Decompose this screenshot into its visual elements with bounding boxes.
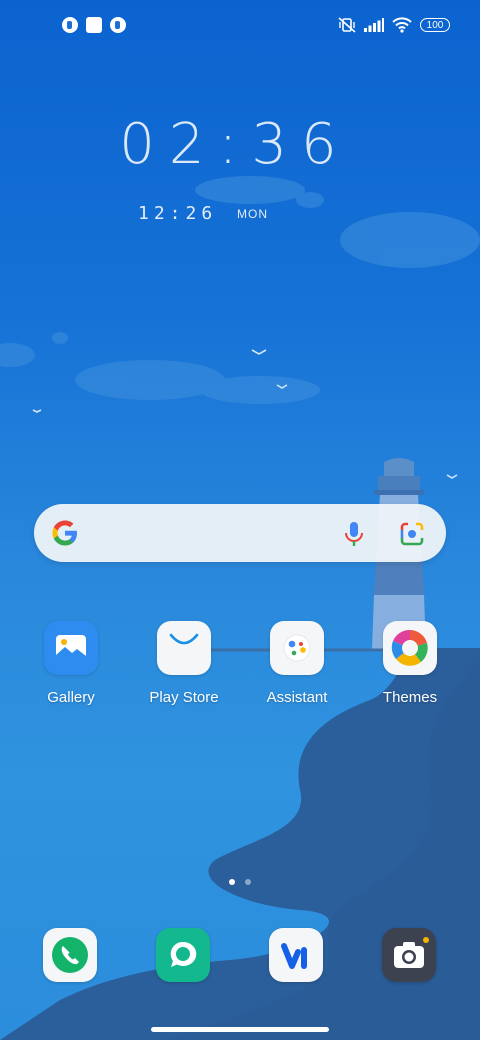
app-label: Play Store: [149, 689, 219, 706]
notification-icons: [62, 17, 126, 33]
app-play-store[interactable]: Play Store: [129, 621, 239, 706]
signal-icon: [364, 18, 384, 32]
app-label: Assistant: [266, 689, 328, 706]
app-notification-icon: [110, 17, 126, 33]
page-dot[interactable]: [245, 879, 251, 885]
google-search-bar[interactable]: [34, 504, 446, 562]
app-assistant[interactable]: Assistant: [242, 621, 352, 706]
themes-icon[interactable]: [383, 621, 437, 675]
phone-icon[interactable]: [43, 928, 97, 982]
gallery-icon[interactable]: [44, 621, 98, 675]
clock-secondary-time: 12:26: [138, 203, 218, 224]
microphone-icon[interactable]: [342, 520, 366, 548]
google-lens-icon[interactable]: [398, 520, 426, 548]
app-gallery[interactable]: Gallery: [16, 621, 126, 706]
google-g-icon[interactable]: [50, 518, 80, 548]
clock-day-label: MON: [237, 207, 268, 221]
system-status-icons: 100: [338, 17, 450, 33]
home-gesture-bar[interactable]: [151, 1027, 329, 1032]
vibrate-off-icon: [338, 17, 356, 33]
clock-main-time[interactable]: 02:36: [0, 112, 470, 177]
assistant-icon[interactable]: [270, 621, 324, 675]
stop-square-icon: [86, 17, 102, 33]
app-label: Gallery: [47, 689, 95, 706]
status-bar: 100: [0, 0, 480, 56]
messages-icon[interactable]: [156, 928, 210, 982]
camera-icon[interactable]: [382, 928, 436, 982]
app-label: Themes: [382, 689, 438, 706]
vi-app-icon[interactable]: [269, 928, 323, 982]
home-screen: 100 02:36 12:26 MON Gallery Play Store A…: [0, 0, 480, 1040]
battery-icon: 100: [420, 18, 450, 32]
page-indicator[interactable]: [229, 879, 251, 885]
page-dot-active[interactable]: [229, 879, 235, 885]
wifi-icon: [392, 17, 412, 33]
app-themes[interactable]: Themes: [355, 621, 465, 706]
play-store-icon[interactable]: [157, 621, 211, 675]
app-notification-icon: [62, 17, 78, 33]
